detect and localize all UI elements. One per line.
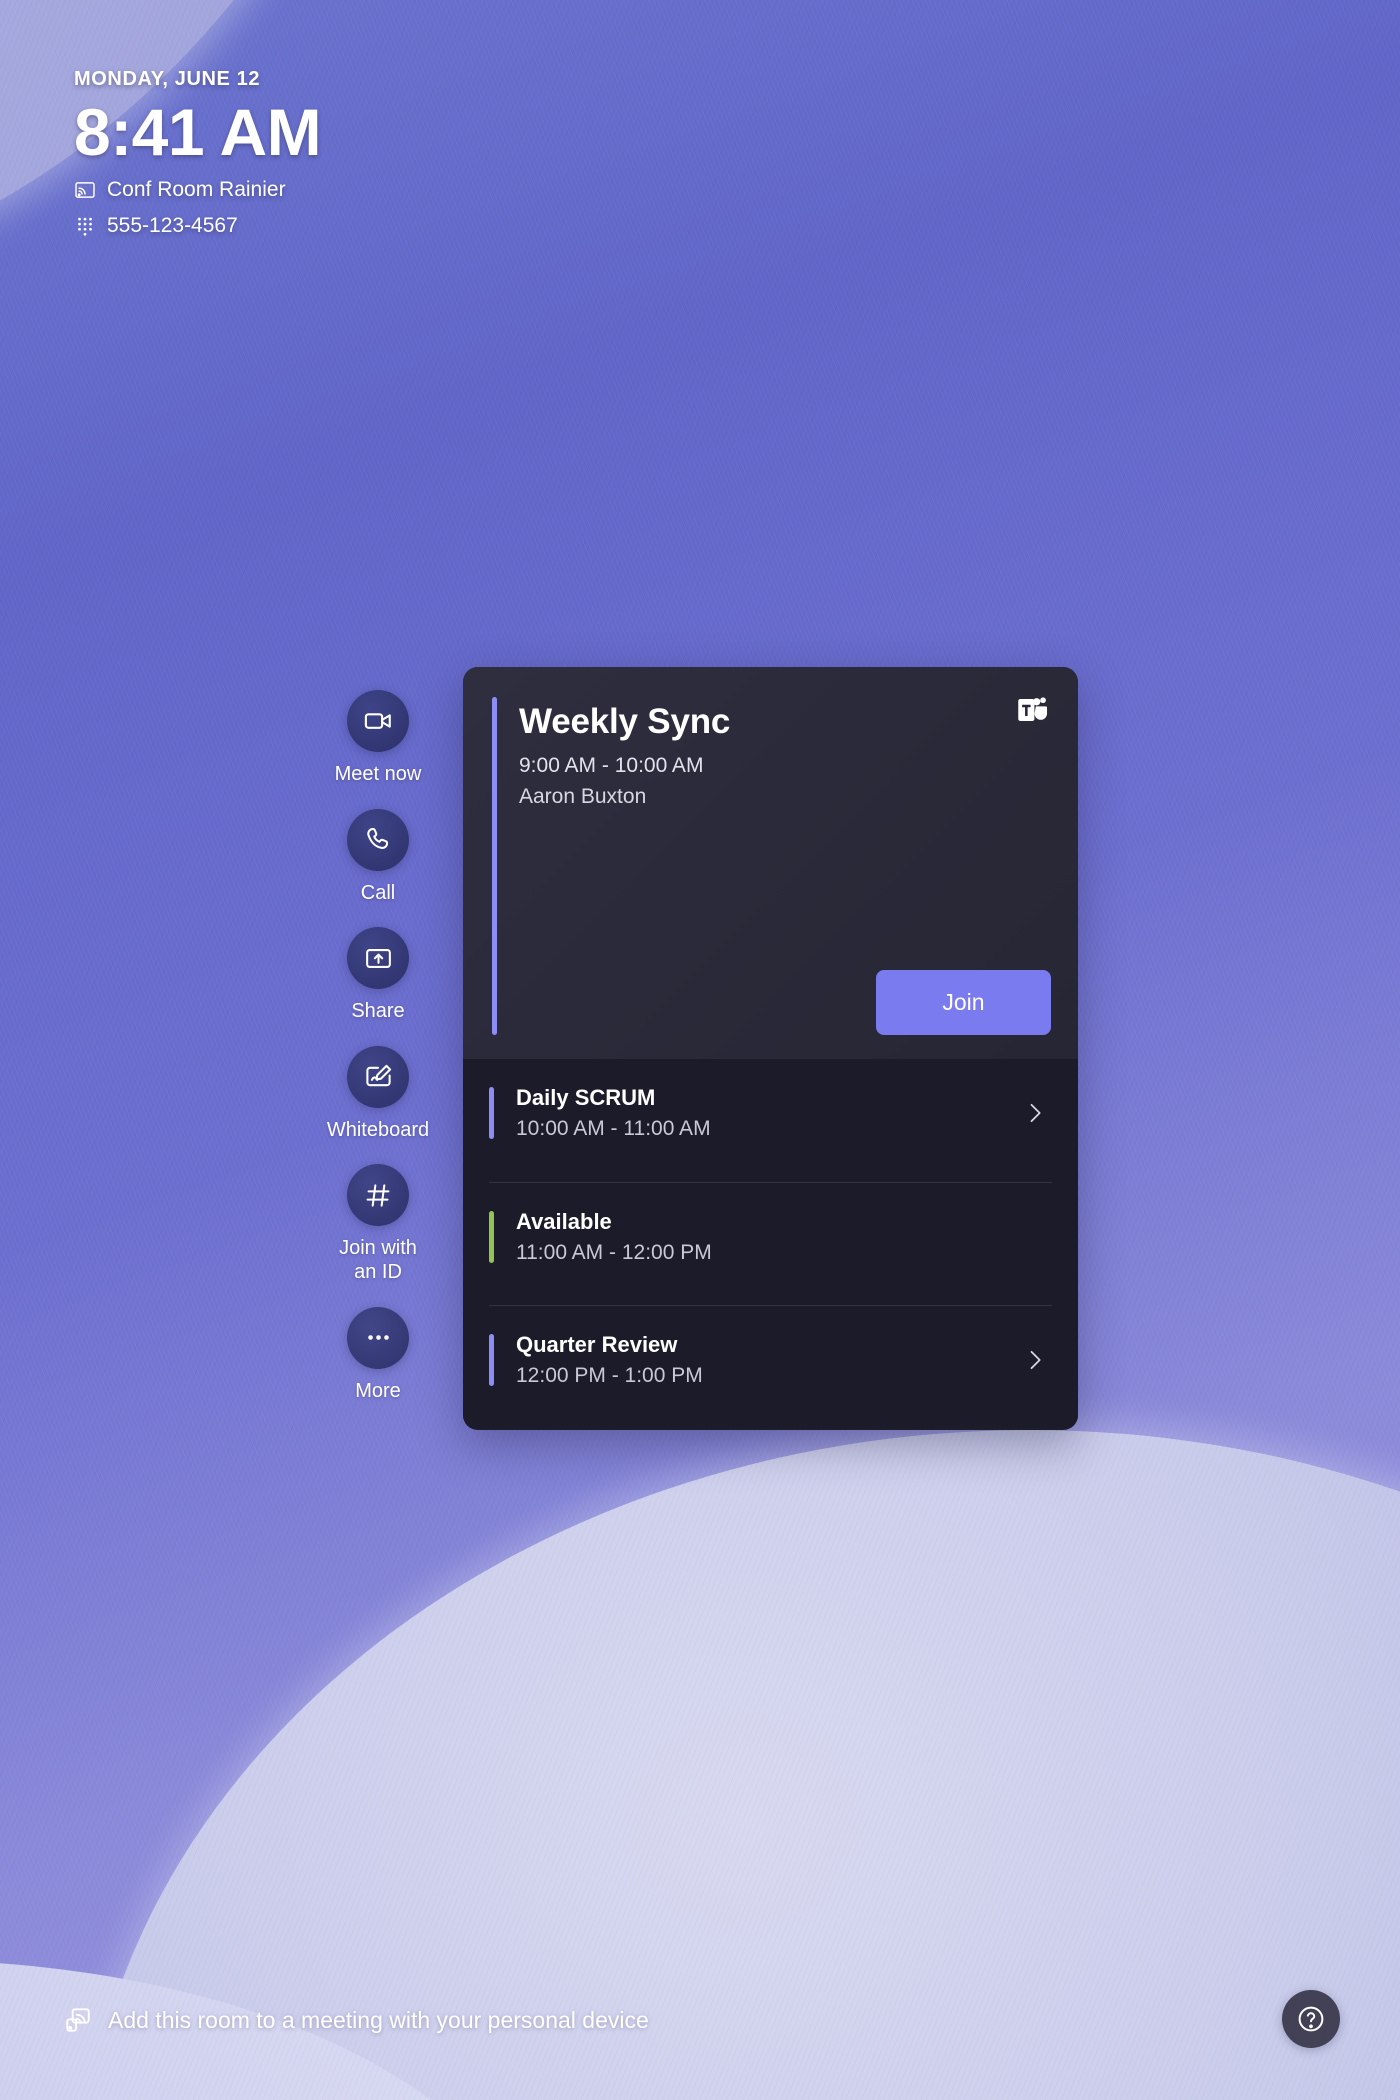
agenda-item-time: 11:00 AM - 12:00 PM	[516, 1241, 712, 1265]
rail-label-whiteboard: Whiteboard	[326, 1118, 430, 1141]
rail-item-whiteboard[interactable]: Whiteboard	[312, 1045, 444, 1143]
microsoft-teams-icon	[1018, 697, 1048, 722]
agenda-accent-bar	[489, 1087, 494, 1139]
current-meeting-title: Weekly Sync	[519, 702, 731, 741]
share-screen-icon	[365, 948, 391, 968]
room-name-row: Conf Room Rainier	[74, 178, 321, 202]
room-name-label: Conf Room Rainier	[107, 178, 286, 202]
ellipsis-icon	[367, 1335, 389, 1340]
teams-room-console-screen: MONDAY, JUNE 12 8:41 AM Conf Room Rainie…	[0, 0, 1400, 2100]
more-button[interactable]	[347, 1306, 409, 1369]
phone-icon	[366, 828, 388, 850]
rail-label-join-with-an-id: Join with an ID	[339, 1237, 417, 1283]
rail-label-call: Call	[360, 881, 396, 904]
hash-icon	[366, 1184, 389, 1207]
rail-item-meet-now[interactable]: Meet now	[312, 690, 444, 787]
agenda-item-time: 10:00 AM - 11:00 AM	[516, 1117, 711, 1141]
chevron-right-icon[interactable]	[1022, 1340, 1048, 1380]
add-room-hint-label: Add this room to a meeting with your per…	[108, 2006, 649, 2033]
video-camera-icon	[364, 713, 391, 729]
current-meeting-section[interactable]: Weekly Sync 9:00 AM - 10:00 AM Aaron Bux…	[463, 667, 1078, 1059]
agenda-item-quarter-review[interactable]: Quarter Review 12:00 PM - 1:00 PM	[489, 1305, 1052, 1428]
rail-item-join-with-an-id[interactable]: Join with an ID	[312, 1164, 444, 1284]
help-button[interactable]	[1282, 1990, 1340, 2048]
join-button[interactable]: Join	[876, 970, 1051, 1035]
agenda-item-title: Daily SCRUM	[516, 1085, 656, 1110]
join-with-an-id-button[interactable]	[347, 1164, 409, 1227]
action-rail: Meet now Call Share Whiteboard Join with…	[312, 690, 444, 1425]
agenda-accent-bar	[489, 1211, 494, 1263]
agenda-item-time: 12:00 PM - 1:00 PM	[516, 1364, 703, 1388]
cast-personal-device-icon	[66, 2008, 90, 2032]
rail-item-share[interactable]: Share	[312, 927, 444, 1024]
agenda-item-text: Quarter Review 12:00 PM - 1:00 PM	[516, 1332, 1022, 1388]
phone-number-label: 555-123-4567	[107, 214, 238, 238]
rail-label-meet-now: Meet now	[334, 763, 422, 785]
current-meeting-accent-bar	[492, 697, 497, 1035]
chevron-right-icon[interactable]	[1022, 1093, 1048, 1133]
add-room-to-meeting-hint[interactable]: Add this room to a meeting with your per…	[64, 2006, 649, 2034]
date-label: MONDAY, JUNE 12	[74, 68, 261, 90]
agenda-item-daily-scrum[interactable]: Daily SCRUM 10:00 AM - 11:00 AM	[489, 1059, 1052, 1182]
rail-item-more[interactable]: More	[312, 1306, 444, 1404]
phone-number-row: 555-123-4567	[74, 214, 321, 238]
question-circle-icon	[1298, 2006, 1324, 2032]
agenda-item-available[interactable]: Available 11:00 AM - 12:00 PM	[489, 1182, 1052, 1305]
current-meeting-organizer: Aaron Buxton	[519, 785, 647, 809]
agenda-item-title: Quarter Review	[516, 1332, 678, 1357]
dialpad-icon	[78, 218, 92, 236]
call-button[interactable]	[347, 808, 409, 871]
agenda-accent-bar	[489, 1334, 494, 1386]
current-meeting-time: 9:00 AM - 10:00 AM	[519, 754, 704, 778]
agenda-item-text: Daily SCRUM 10:00 AM - 11:00 AM	[516, 1085, 1022, 1141]
rail-label-more: More	[355, 1379, 401, 1402]
rail-label-share: Share	[351, 1000, 405, 1023]
agenda-item-text: Available 11:00 AM - 12:00 PM	[516, 1209, 1022, 1265]
agenda-item-title: Available	[516, 1209, 612, 1234]
whiteboard-icon	[365, 1065, 391, 1087]
rail-item-call[interactable]: Call	[312, 808, 444, 906]
clock-block: MONDAY, JUNE 12 8:41 AM Conf Room Rainie…	[74, 68, 322, 238]
meet-now-button[interactable]	[347, 690, 409, 752]
background-arc-bottom-right	[80, 1430, 1400, 2100]
agenda-list: Daily SCRUM 10:00 AM - 11:00 AM Availabl…	[463, 1059, 1078, 1428]
current-meeting-text: Weekly Sync 9:00 AM - 10:00 AM Aaron Bux…	[519, 702, 1044, 809]
whiteboard-button[interactable]	[347, 1045, 409, 1108]
meeting-card: Weekly Sync 9:00 AM - 10:00 AM Aaron Bux…	[463, 667, 1078, 1430]
share-button[interactable]	[347, 927, 409, 990]
cast-display-icon	[75, 182, 95, 199]
time-label: 8:41 AM	[74, 95, 322, 169]
